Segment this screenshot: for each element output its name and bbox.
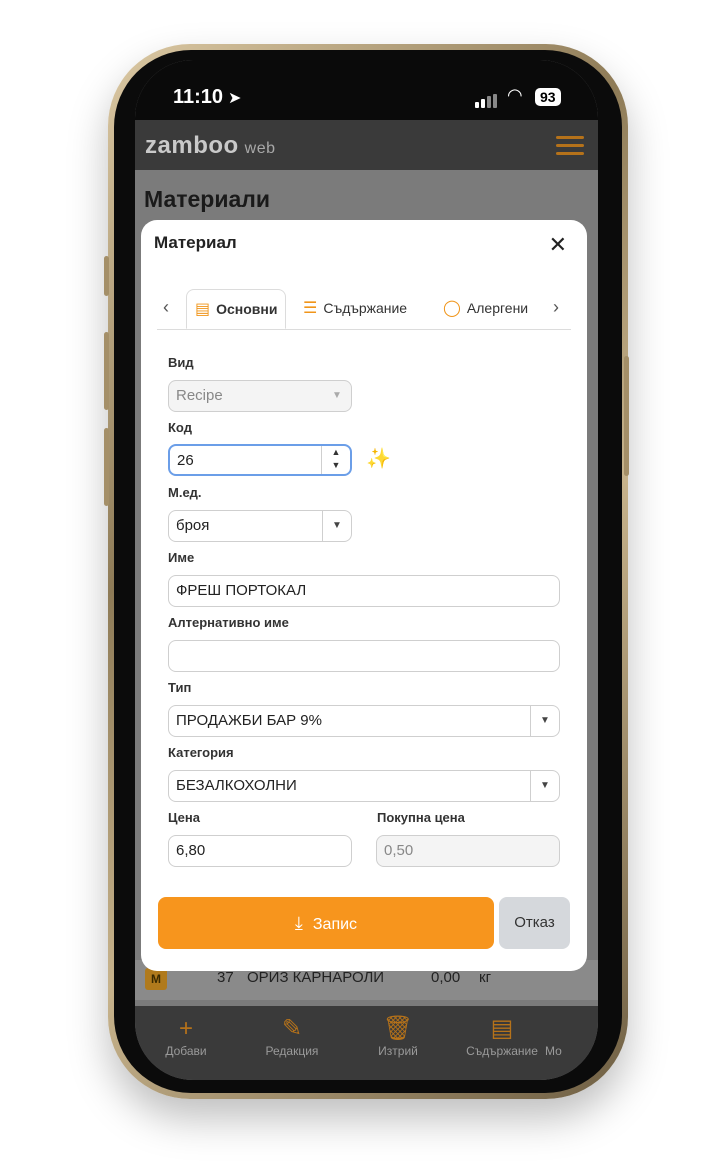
plus-icon: + (178, 1015, 193, 1042)
nav-more-button[interactable]: Мо (545, 1014, 585, 1058)
save-button[interactable]: ⤓ Запис (158, 897, 494, 949)
name-input[interactable]: ФРЕШ ПОРТОКАЛ (168, 575, 560, 607)
code-label: Код (168, 420, 192, 435)
row-number: 37 (217, 969, 234, 986)
unit-select[interactable]: броя ▼ (168, 510, 352, 542)
alt-name-label: Алтернативно име (168, 615, 289, 630)
nav-content-button[interactable]: ▤ Съдържание (457, 1014, 547, 1058)
nav-label: Редакция (265, 1044, 319, 1058)
purchase-price-label: Покупна цена (377, 810, 465, 825)
mute-switch (104, 256, 109, 296)
nav-add-button[interactable]: + Добави (141, 1014, 231, 1058)
alt-name-input[interactable] (168, 640, 560, 672)
tab-bar: ‹ ▤ Основни ☰ Съдържание ◯ Алергени › (157, 287, 571, 330)
type-kind-value: Recipe (176, 387, 223, 404)
code-input[interactable]: 26 ▲ ▼ (168, 444, 352, 476)
tab-label: Алергени (466, 300, 529, 316)
row-badge: M (145, 968, 167, 990)
type-kind-select: Recipe ▼ (168, 380, 352, 412)
logo-text: zamboo (145, 132, 239, 159)
power-button (624, 356, 629, 476)
price-value: 6,80 (176, 842, 206, 859)
unit-label: М.ед. (168, 485, 202, 500)
close-icon[interactable]: ✕ (549, 232, 567, 258)
purchase-price-input: 0,50 (376, 835, 560, 867)
chevron-right-icon[interactable]: › (553, 297, 559, 318)
battery-indicator: 93 (535, 88, 561, 106)
tab-content[interactable]: ☰ Съдържание (303, 289, 407, 327)
nav-label: Добави (165, 1044, 207, 1058)
row-qty: 0,00 (431, 969, 461, 986)
type-kind-label: Вид (168, 355, 194, 370)
tab-main[interactable]: ▤ Основни (186, 289, 287, 329)
name-label: Име (168, 550, 195, 565)
purchase-price-value: 0,50 (384, 842, 414, 859)
nav-edit-button[interactable]: ✎ Редакция (247, 1014, 337, 1058)
status-time: 11:10 (173, 86, 224, 108)
document-icon: ▤ (490, 1015, 514, 1042)
chevron-down-icon[interactable]: ▼ (322, 511, 351, 541)
bottom-nav: + Добави ✎ Редакция 🗑 Изтрий ▤ Съдържани… (135, 1006, 598, 1080)
status-bar: 11:10 ➤ ◠ 93 (135, 60, 598, 120)
logo[interactable]: zamboo web (145, 132, 276, 160)
app-header: zamboo web (135, 120, 598, 170)
tab-allergens[interactable]: ◯ Алергени (443, 289, 528, 327)
type-value: ПРОДАЖБИ БАР 9% (176, 712, 322, 729)
volume-down-button (104, 428, 109, 506)
page-title: Материали (144, 186, 271, 212)
list-icon: ☰ (303, 300, 318, 317)
tab-label: Основни (216, 301, 278, 317)
wifi-icon: ◠ (507, 85, 523, 105)
type-select[interactable]: ПРОДАЖБИ БАР 9% ▼ (168, 705, 560, 737)
unit-value: броя (176, 517, 210, 534)
chevron-down-icon[interactable]: ▼ (530, 771, 559, 801)
category-value: БЕЗАЛКОХОЛНИ (176, 777, 297, 794)
cancel-button[interactable]: Отказ (499, 897, 570, 949)
trash-icon: 🗑 (382, 1015, 414, 1042)
row-unit: кг (479, 969, 492, 986)
egg-icon: ◯ (443, 300, 461, 317)
edit-icon: ✎ (281, 1015, 303, 1042)
nav-label: Изтрий (378, 1044, 418, 1058)
dialog-title: Материал (154, 233, 237, 252)
code-stepper[interactable]: ▲ ▼ (321, 446, 350, 474)
category-select[interactable]: БЕЗАЛКОХОЛНИ ▼ (168, 770, 560, 802)
download-icon: ⤓ (294, 913, 303, 933)
location-icon: ➤ (228, 90, 242, 107)
magic-wand-icon[interactable]: ✨ (366, 446, 391, 471)
row-name: ОРИЗ КАРНАРОЛИ (247, 969, 385, 986)
nav-label: Мо (545, 1044, 562, 1058)
price-label: Цена (168, 810, 200, 825)
menu-icon[interactable] (556, 136, 584, 160)
name-value: ФРЕШ ПОРТОКАЛ (176, 582, 307, 599)
category-label: Категория (168, 745, 234, 760)
nav-delete-button[interactable]: 🗑 Изтрий (353, 1014, 443, 1058)
material-dialog: Материал ✕ ‹ ▤ Основни ☰ Съдържание ◯ Алерг… (141, 220, 587, 971)
chevron-down-icon[interactable]: ▼ (530, 706, 559, 736)
chevron-down-icon: ▼ (332, 390, 342, 401)
tab-label: Съдържание (323, 300, 408, 316)
chevron-left-icon[interactable]: ‹ (163, 297, 169, 318)
volume-up-button (104, 332, 109, 410)
price-input[interactable]: 6,80 (168, 835, 352, 867)
signal-icon (475, 90, 499, 108)
more-icon (545, 1014, 585, 1044)
save-label: Запис (312, 916, 358, 933)
document-icon: ▤ (195, 301, 211, 318)
nav-label: Съдържание (466, 1044, 538, 1058)
type-label: Тип (168, 680, 192, 695)
code-value: 26 (177, 452, 194, 469)
logo-suffix: web (244, 140, 276, 157)
